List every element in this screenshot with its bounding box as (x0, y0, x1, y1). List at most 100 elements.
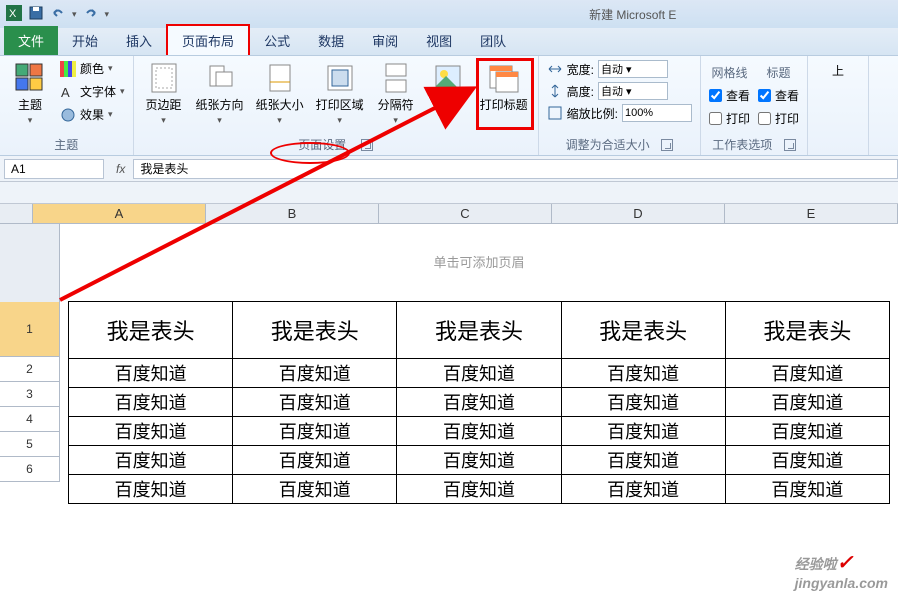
breaks-button[interactable]: 分隔符▾ (374, 60, 418, 128)
table-header-cell[interactable]: 我是表头 (561, 302, 725, 359)
redo-icon[interactable] (83, 5, 99, 24)
table-row: 百度知道百度知道百度知道百度知道百度知道 (69, 388, 890, 417)
table-cell[interactable]: 百度知道 (397, 388, 561, 417)
table-row: 百度知道百度知道百度知道百度知道百度知道 (69, 359, 890, 388)
data-table: 我是表头我是表头我是表头我是表头我是表头百度知道百度知道百度知道百度知道百度知道… (68, 301, 890, 504)
group-page-setup: 页边距▾ 纸张方向▾ 纸张大小▾ 打印区域▾ 分隔符▾ 背景 (134, 56, 539, 155)
table-cell[interactable]: 百度知道 (397, 359, 561, 388)
table-cell[interactable]: 百度知道 (233, 446, 397, 475)
page-header-placeholder[interactable]: 单击可添加页眉 (68, 252, 890, 271)
table-cell[interactable]: 百度知道 (233, 388, 397, 417)
headings-view-checkbox[interactable]: 查看 (758, 87, 799, 104)
column-header[interactable]: E (725, 204, 898, 223)
tab-file[interactable]: 文件 (4, 26, 58, 55)
bring-forward-button[interactable]: 上 (816, 60, 860, 81)
print-titles-button[interactable]: 打印标题 (478, 60, 530, 115)
column-header[interactable]: B (206, 204, 379, 223)
fonts-label: 文字体 (80, 83, 116, 100)
row-header[interactable]: 2 (0, 357, 60, 382)
table-header-cell[interactable]: 我是表头 (397, 302, 561, 359)
themes-label: 主题 (18, 96, 42, 113)
size-button[interactable]: 纸张大小▾ (254, 60, 306, 128)
column-header[interactable]: C (379, 204, 552, 223)
orientation-icon (204, 62, 236, 94)
tab-insert[interactable]: 插入 (112, 26, 166, 55)
document-title: 新建 Microsoft E (589, 6, 676, 23)
table-cell[interactable]: 百度知道 (561, 475, 725, 504)
column-header[interactable]: D (552, 204, 725, 223)
save-icon[interactable] (28, 5, 44, 24)
table-cell[interactable]: 百度知道 (725, 475, 889, 504)
print-area-button[interactable]: 打印区域▾ (314, 60, 366, 128)
orientation-button[interactable]: 纸张方向▾ (194, 60, 246, 128)
qat-customize-icon[interactable]: ▾ (105, 9, 110, 20)
tab-home[interactable]: 开始 (58, 26, 112, 55)
row-header[interactable]: 3 (0, 382, 60, 407)
page-setup-launcher[interactable] (361, 139, 373, 151)
table-cell[interactable]: 百度知道 (69, 417, 233, 446)
table-cell[interactable]: 百度知道 (397, 417, 561, 446)
tab-team[interactable]: 团队 (466, 26, 520, 55)
table-cell[interactable]: 百度知道 (561, 359, 725, 388)
quick-access-toolbar: X ▾ ▾ (6, 5, 109, 24)
height-combo[interactable]: 自动 ▾ (598, 82, 668, 100)
fonts-button[interactable]: A 文字体▾ (60, 83, 125, 100)
width-combo[interactable]: 自动 ▾ (598, 60, 668, 78)
table-cell[interactable]: 百度知道 (725, 417, 889, 446)
table-cell[interactable]: 百度知道 (561, 388, 725, 417)
table-header-cell[interactable]: 我是表头 (69, 302, 233, 359)
table-header-cell[interactable]: 我是表头 (725, 302, 889, 359)
table-cell[interactable]: 百度知道 (69, 359, 233, 388)
name-box[interactable]: A1 (4, 159, 104, 179)
table-cell[interactable]: 百度知道 (397, 475, 561, 504)
row-header[interactable]: 1 (0, 302, 60, 357)
colors-button[interactable]: 颜色▾ (60, 60, 125, 77)
effects-label: 效果 (80, 106, 104, 123)
themes-button[interactable]: 主题 ▾ (8, 60, 52, 128)
table-cell[interactable]: 百度知道 (397, 446, 561, 475)
select-all-corner[interactable] (0, 204, 33, 224)
tab-formulas[interactable]: 公式 (250, 26, 304, 55)
background-button[interactable]: 背景 (426, 60, 470, 115)
undo-icon[interactable] (50, 5, 66, 24)
column-header[interactable]: A (33, 204, 206, 223)
page-preview[interactable]: 单击可添加页眉 我是表头我是表头我是表头我是表头我是表头百度知道百度知道百度知道… (60, 224, 898, 504)
effects-button[interactable]: 效果▾ (60, 106, 125, 123)
table-cell[interactable]: 百度知道 (69, 388, 233, 417)
tab-view[interactable]: 视图 (412, 26, 466, 55)
gridlines-print-checkbox[interactable]: 打印 (709, 110, 750, 127)
table-cell[interactable]: 百度知道 (233, 475, 397, 504)
table-row: 百度知道百度知道百度知道百度知道百度知道 (69, 446, 890, 475)
gridlines-view-checkbox[interactable]: 查看 (709, 87, 750, 104)
table-cell[interactable]: 百度知道 (561, 417, 725, 446)
table-cell[interactable]: 百度知道 (725, 446, 889, 475)
table-header-cell[interactable]: 我是表头 (233, 302, 397, 359)
excel-icon: X (6, 5, 22, 24)
row-header[interactable]: 4 (0, 407, 60, 432)
tab-review[interactable]: 审阅 (358, 26, 412, 55)
scale-input[interactable] (622, 104, 692, 122)
row-header[interactable]: 6 (0, 457, 60, 482)
print-area-icon (324, 62, 356, 94)
table-cell[interactable]: 百度知道 (561, 446, 725, 475)
group-page-setup-label: 页面设置 (298, 136, 346, 153)
table-cell[interactable]: 百度知道 (69, 475, 233, 504)
formula-input[interactable]: 我是表头 (133, 159, 898, 179)
margins-button[interactable]: 页边距▾ (142, 60, 186, 128)
table-cell[interactable]: 百度知道 (69, 446, 233, 475)
undo-dropdown-icon[interactable]: ▾ (72, 9, 77, 20)
fx-label[interactable]: fx (108, 162, 133, 176)
background-icon (432, 62, 464, 94)
table-cell[interactable]: 百度知道 (233, 417, 397, 446)
sheet-options-launcher[interactable] (784, 139, 796, 151)
formula-bar: A1 fx 我是表头 (0, 156, 898, 182)
tab-page-layout[interactable]: 页面布局 (166, 24, 250, 55)
table-cell[interactable]: 百度知道 (233, 359, 397, 388)
headings-print-checkbox[interactable]: 打印 (758, 110, 799, 127)
height-icon (547, 83, 563, 99)
table-cell[interactable]: 百度知道 (725, 359, 889, 388)
scale-launcher[interactable] (661, 139, 673, 151)
row-header[interactable]: 5 (0, 432, 60, 457)
table-cell[interactable]: 百度知道 (725, 388, 889, 417)
tab-data[interactable]: 数据 (304, 26, 358, 55)
